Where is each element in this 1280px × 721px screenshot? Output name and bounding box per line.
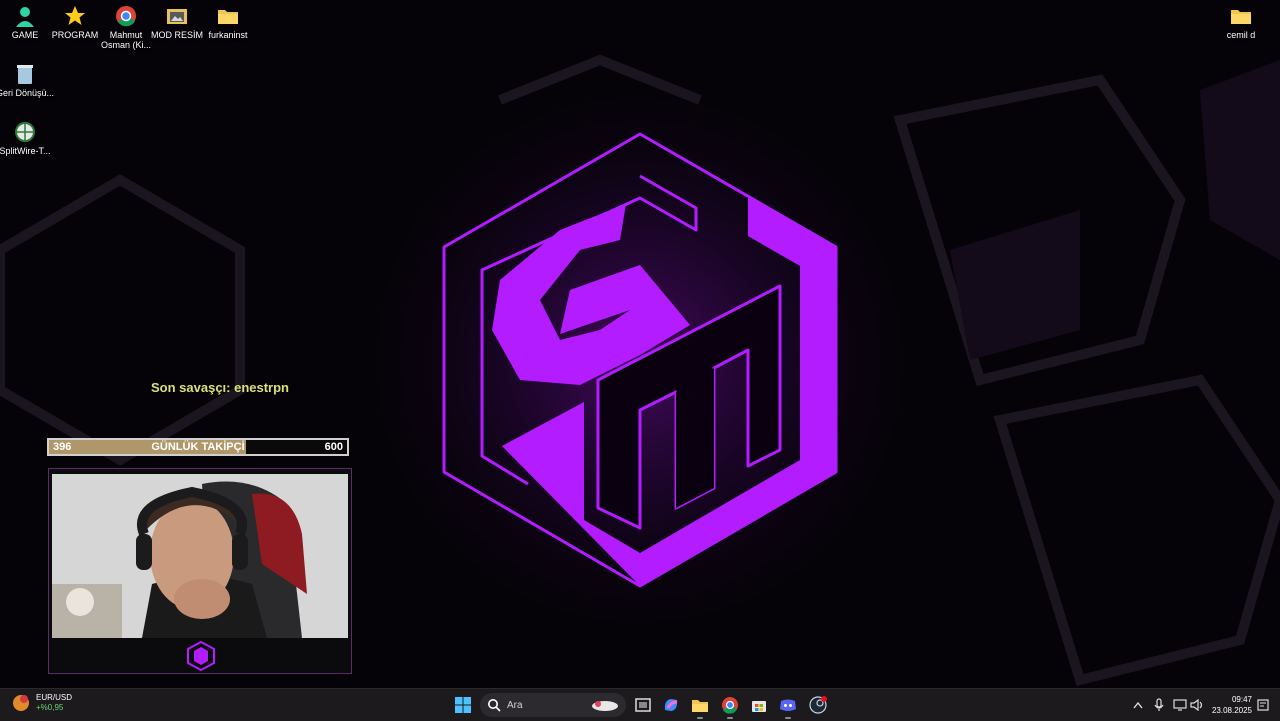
folder-icon: [1229, 4, 1253, 28]
notifications-button[interactable]: [1256, 698, 1270, 712]
desktop-icon-game[interactable]: GAME: [0, 4, 50, 40]
copilot-button[interactable]: [661, 695, 681, 715]
follower-goal-title: GÜNLÜK TAKİPÇİ: [151, 441, 245, 453]
desktop-icon-splitwire[interactable]: SplitWire-T...: [0, 120, 51, 156]
last-warrior-text: Son savaşçı: enestrpn: [151, 380, 289, 395]
desktop-icon-label: cemil d: [1226, 30, 1256, 40]
desktop-icon-label: furkaninst: [208, 30, 248, 40]
search-icon: [488, 699, 501, 712]
copilot-icon: [664, 699, 678, 711]
taskbar-search[interactable]: Ara: [480, 693, 626, 717]
clock-date: 23.08.2025: [1211, 706, 1252, 715]
webcam-frame: [48, 468, 352, 674]
folder-icon: [216, 4, 240, 28]
store-icon: [752, 701, 766, 712]
desktop-icon-label: Geri Dönüşü...: [0, 88, 55, 98]
taskbar: EUR/USD +%0,95 Ara 09:47 23.08.2025: [0, 688, 1280, 721]
chrome-icon: [114, 4, 138, 28]
search-highlight-icon: [592, 701, 618, 711]
microphone-icon: [1154, 698, 1164, 711]
microphone-button[interactable]: [1152, 698, 1166, 712]
file-explorer-button[interactable]: [690, 695, 710, 719]
task-view-icon: [635, 698, 651, 712]
file-explorer-icon: [692, 700, 708, 712]
widget-pair: EUR/USD: [36, 693, 73, 702]
search-placeholder: Ara: [507, 699, 523, 711]
follower-goal-bar: 396 GÜNLÜK TAKİPÇİ 600: [47, 438, 349, 456]
desktop-icon-furkaninst[interactable]: furkaninst: [203, 4, 253, 40]
taskbar-clock[interactable]: 09:47 23.08.2025: [1212, 694, 1252, 716]
follower-target: 600: [324, 441, 343, 453]
weather-market-widget[interactable]: EUR/USD +%0,95: [12, 693, 72, 713]
start-icon: [455, 697, 471, 713]
chrome-button[interactable]: [720, 695, 740, 719]
webcam-video: [52, 474, 348, 638]
volume-button[interactable]: [1190, 698, 1204, 712]
show-hidden-icons-button[interactable]: [1131, 698, 1145, 712]
star-icon: [63, 4, 87, 28]
discord-button[interactable]: [778, 695, 798, 719]
task-view-button[interactable]: [633, 695, 653, 715]
notification-icon: [1257, 699, 1269, 711]
desktop-icon-program[interactable]: PROGRAM: [50, 4, 100, 40]
steam-button[interactable]: [808, 695, 828, 715]
recycle-bin-icon: [13, 62, 37, 86]
gm-logo-small: [187, 640, 215, 676]
person-icon: [13, 4, 37, 28]
clock-time: 09:47: [1231, 695, 1252, 704]
desktop-icon-mod-resim[interactable]: MOD RESİM: [151, 4, 203, 40]
discord-icon: [780, 699, 796, 711]
widget-change: +%0,95: [36, 703, 64, 712]
desktop-icon-recycle-bin[interactable]: Geri Dönüşü...: [0, 62, 54, 98]
network-button[interactable]: [1173, 698, 1187, 712]
volume-icon: [1190, 699, 1203, 711]
steam-icon: [809, 696, 827, 714]
start-button[interactable]: [453, 695, 473, 715]
network-icon: [1173, 699, 1187, 711]
globe-icon: [13, 120, 37, 144]
desktop-icon-cemil-d[interactable]: cemil d: [1216, 4, 1266, 40]
desktop-icon-chrome-profile[interactable]: Mahmut Osman (Ki...: [101, 4, 151, 50]
store-button[interactable]: [749, 695, 769, 715]
market-widget-icon: [13, 695, 29, 711]
desktop-icon-label: SplitWire-T...: [0, 146, 51, 156]
chrome-icon: [722, 697, 738, 714]
chevron-up-icon: [1133, 701, 1143, 709]
image-folder-icon: [165, 4, 189, 28]
